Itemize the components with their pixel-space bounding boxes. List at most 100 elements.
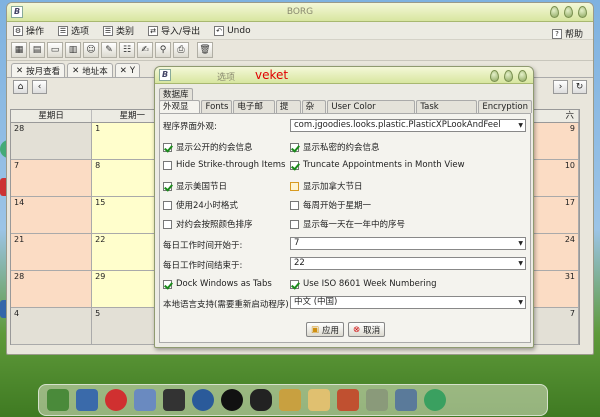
- check-week-monday[interactable]: 每周开始于星期一: [290, 199, 371, 211]
- day-cell[interactable]: 7: [11, 160, 93, 197]
- tab-partial[interactable]: ✕ Y: [114, 63, 141, 77]
- dock-mascot-icon[interactable]: [105, 389, 127, 411]
- check-canada-holidays[interactable]: 显示加拿大节日: [290, 180, 363, 192]
- close-icon[interactable]: [518, 70, 527, 82]
- month-view-icon[interactable]: ▦: [11, 42, 27, 58]
- checkbox[interactable]: [163, 279, 172, 289]
- dock-files-icon[interactable]: [279, 389, 301, 411]
- minimize-icon[interactable]: [550, 6, 559, 18]
- todo-icon[interactable]: ✎: [101, 42, 117, 58]
- tab-fonts[interactable]: Fonts: [201, 100, 233, 113]
- menu-import-export[interactable]: ⇄ 导入/导出: [148, 24, 200, 37]
- checkbox[interactable]: [290, 219, 299, 229]
- tab-close-icon[interactable]: ✕: [16, 66, 23, 76]
- dock-settings-icon[interactable]: [395, 389, 417, 411]
- dock-media-icon[interactable]: [221, 389, 243, 411]
- menu-help[interactable]: ? 帮助: [551, 27, 583, 40]
- check-24hour[interactable]: 使用24小时格式: [163, 199, 238, 211]
- home-icon[interactable]: ⌂: [13, 79, 28, 94]
- check-show-public[interactable]: 显示公开的约会信息: [163, 141, 253, 153]
- check-hide-strike[interactable]: Hide Strike-through Items: [163, 160, 285, 170]
- start-hour-select[interactable]: 7: [290, 237, 526, 250]
- tab-close-icon[interactable]: ✕: [72, 66, 79, 76]
- menubar: ⚙ 操作 ☰ 选项 ☰ 类别 ⇄ 导入/导出 ↶ Undo: [7, 22, 593, 39]
- menu-undo[interactable]: ↶ Undo: [214, 25, 251, 36]
- memo-icon[interactable]: ☷: [119, 42, 135, 58]
- maximize-icon[interactable]: [564, 6, 573, 18]
- locale-label: 本地语言支持(需要重新启动程序): [163, 300, 289, 310]
- checkbox[interactable]: [163, 219, 172, 229]
- tab-address-book[interactable]: ✕ 地址本: [67, 63, 113, 77]
- search-icon[interactable]: ⚲: [155, 42, 171, 58]
- day-view-icon[interactable]: ▭: [47, 42, 63, 58]
- day-cell[interactable]: 21: [11, 234, 93, 271]
- dock-editor-icon[interactable]: [308, 389, 330, 411]
- checkbox[interactable]: [290, 181, 299, 191]
- checkbox[interactable]: [163, 142, 172, 152]
- dock-bar: [38, 384, 548, 416]
- checkbox[interactable]: [163, 160, 172, 170]
- next-month-button[interactable]: ›: [553, 79, 568, 94]
- tab-email[interactable]: 电子邮件: [233, 100, 275, 124]
- dock-monitor-icon[interactable]: [76, 389, 98, 411]
- dock-browser-icon[interactable]: [192, 389, 214, 411]
- edit-icon[interactable]: ✍: [137, 42, 153, 58]
- day-cell[interactable]: 4: [11, 308, 93, 345]
- tab-month-view[interactable]: ✕ 按月查看: [11, 63, 66, 77]
- checkbox[interactable]: [290, 200, 299, 210]
- menu-categories[interactable]: ☰ 类别: [103, 24, 134, 37]
- checkbox[interactable]: [290, 142, 299, 152]
- start-hour-label: 每日工作时间开始于:: [163, 241, 243, 251]
- day-cell[interactable]: 28: [11, 123, 93, 160]
- menu-options[interactable]: ☰ 选项: [58, 24, 89, 37]
- check-us-holidays[interactable]: 显示美国节日: [163, 180, 227, 192]
- dock-image-viewer-icon[interactable]: [47, 389, 69, 411]
- day-cell[interactable]: 14: [11, 197, 93, 234]
- tab-misc[interactable]: 杂项: [301, 100, 327, 124]
- tab-encryption[interactable]: Encryption: [478, 100, 532, 113]
- check-iso-week[interactable]: Use ISO 8601 Week Numbering: [290, 279, 437, 289]
- tab-label: Y: [129, 65, 136, 76]
- checkbox[interactable]: [290, 160, 299, 170]
- day-cell[interactable]: 28: [11, 271, 93, 308]
- goto-icon[interactable]: ↻: [572, 79, 587, 94]
- week-view-icon[interactable]: ▤: [29, 42, 45, 58]
- trash-icon[interactable]: 🗑: [197, 42, 213, 58]
- dialog-titlebar[interactable]: B 选项 veket: [155, 67, 533, 84]
- dock-network-icon[interactable]: [424, 389, 446, 411]
- print-icon[interactable]: ⎙: [173, 42, 189, 58]
- borg-titlebar[interactable]: B BORG: [7, 3, 593, 22]
- dock-paint-icon[interactable]: [337, 389, 359, 411]
- minimize-icon[interactable]: [490, 70, 499, 82]
- dock-terminal-icon[interactable]: [163, 389, 185, 411]
- maximize-icon[interactable]: [504, 70, 513, 82]
- year-view-icon[interactable]: ▥: [65, 42, 81, 58]
- address-book-icon[interactable]: ☺: [83, 42, 99, 58]
- dialog-tabs: 外观显示 Fonts 电子邮件 提醒 杂项 User Color Scheme …: [155, 100, 533, 124]
- dock-tools-icon[interactable]: [366, 389, 388, 411]
- checkbox[interactable]: [163, 181, 172, 191]
- end-hour-select[interactable]: 22: [290, 257, 526, 270]
- tab-task-options[interactable]: Task Options: [416, 100, 478, 124]
- check-sort-color[interactable]: 对约会按照颜色排序: [163, 218, 253, 230]
- check-truncate[interactable]: Truncate Appointments in Month View: [290, 160, 465, 170]
- cancel-button[interactable]: ⊗ 取消: [348, 322, 386, 337]
- dock-tux-icon[interactable]: [250, 389, 272, 411]
- menu-actions[interactable]: ⚙ 操作: [13, 24, 44, 37]
- tab-user-color-scheme[interactable]: User Color Scheme: [327, 100, 416, 124]
- check-show-private[interactable]: 显示私密的约会信息: [290, 141, 380, 153]
- dock-notes-icon[interactable]: [134, 389, 156, 411]
- check-day-of-year[interactable]: 显示每一天在一年中的序号: [290, 218, 405, 230]
- tab-close-icon[interactable]: ✕: [120, 66, 127, 76]
- check-dock-tabs[interactable]: Dock Windows as Tabs: [163, 279, 272, 289]
- checkbox[interactable]: [290, 279, 299, 289]
- tab-appearance[interactable]: 外观显示: [159, 100, 201, 124]
- checkbox[interactable]: [163, 200, 172, 210]
- apply-button[interactable]: ▣ 应用: [306, 322, 345, 337]
- locale-select[interactable]: 中文 (中国): [290, 296, 526, 309]
- check-label: 显示私密的约会信息: [303, 143, 380, 153]
- laf-select[interactable]: com.jgoodies.looks.plastic.PlasticXPLook…: [290, 119, 526, 132]
- prev-month-button[interactable]: ‹: [32, 79, 47, 94]
- tab-reminders[interactable]: 提醒: [275, 100, 301, 124]
- close-icon[interactable]: [578, 6, 587, 18]
